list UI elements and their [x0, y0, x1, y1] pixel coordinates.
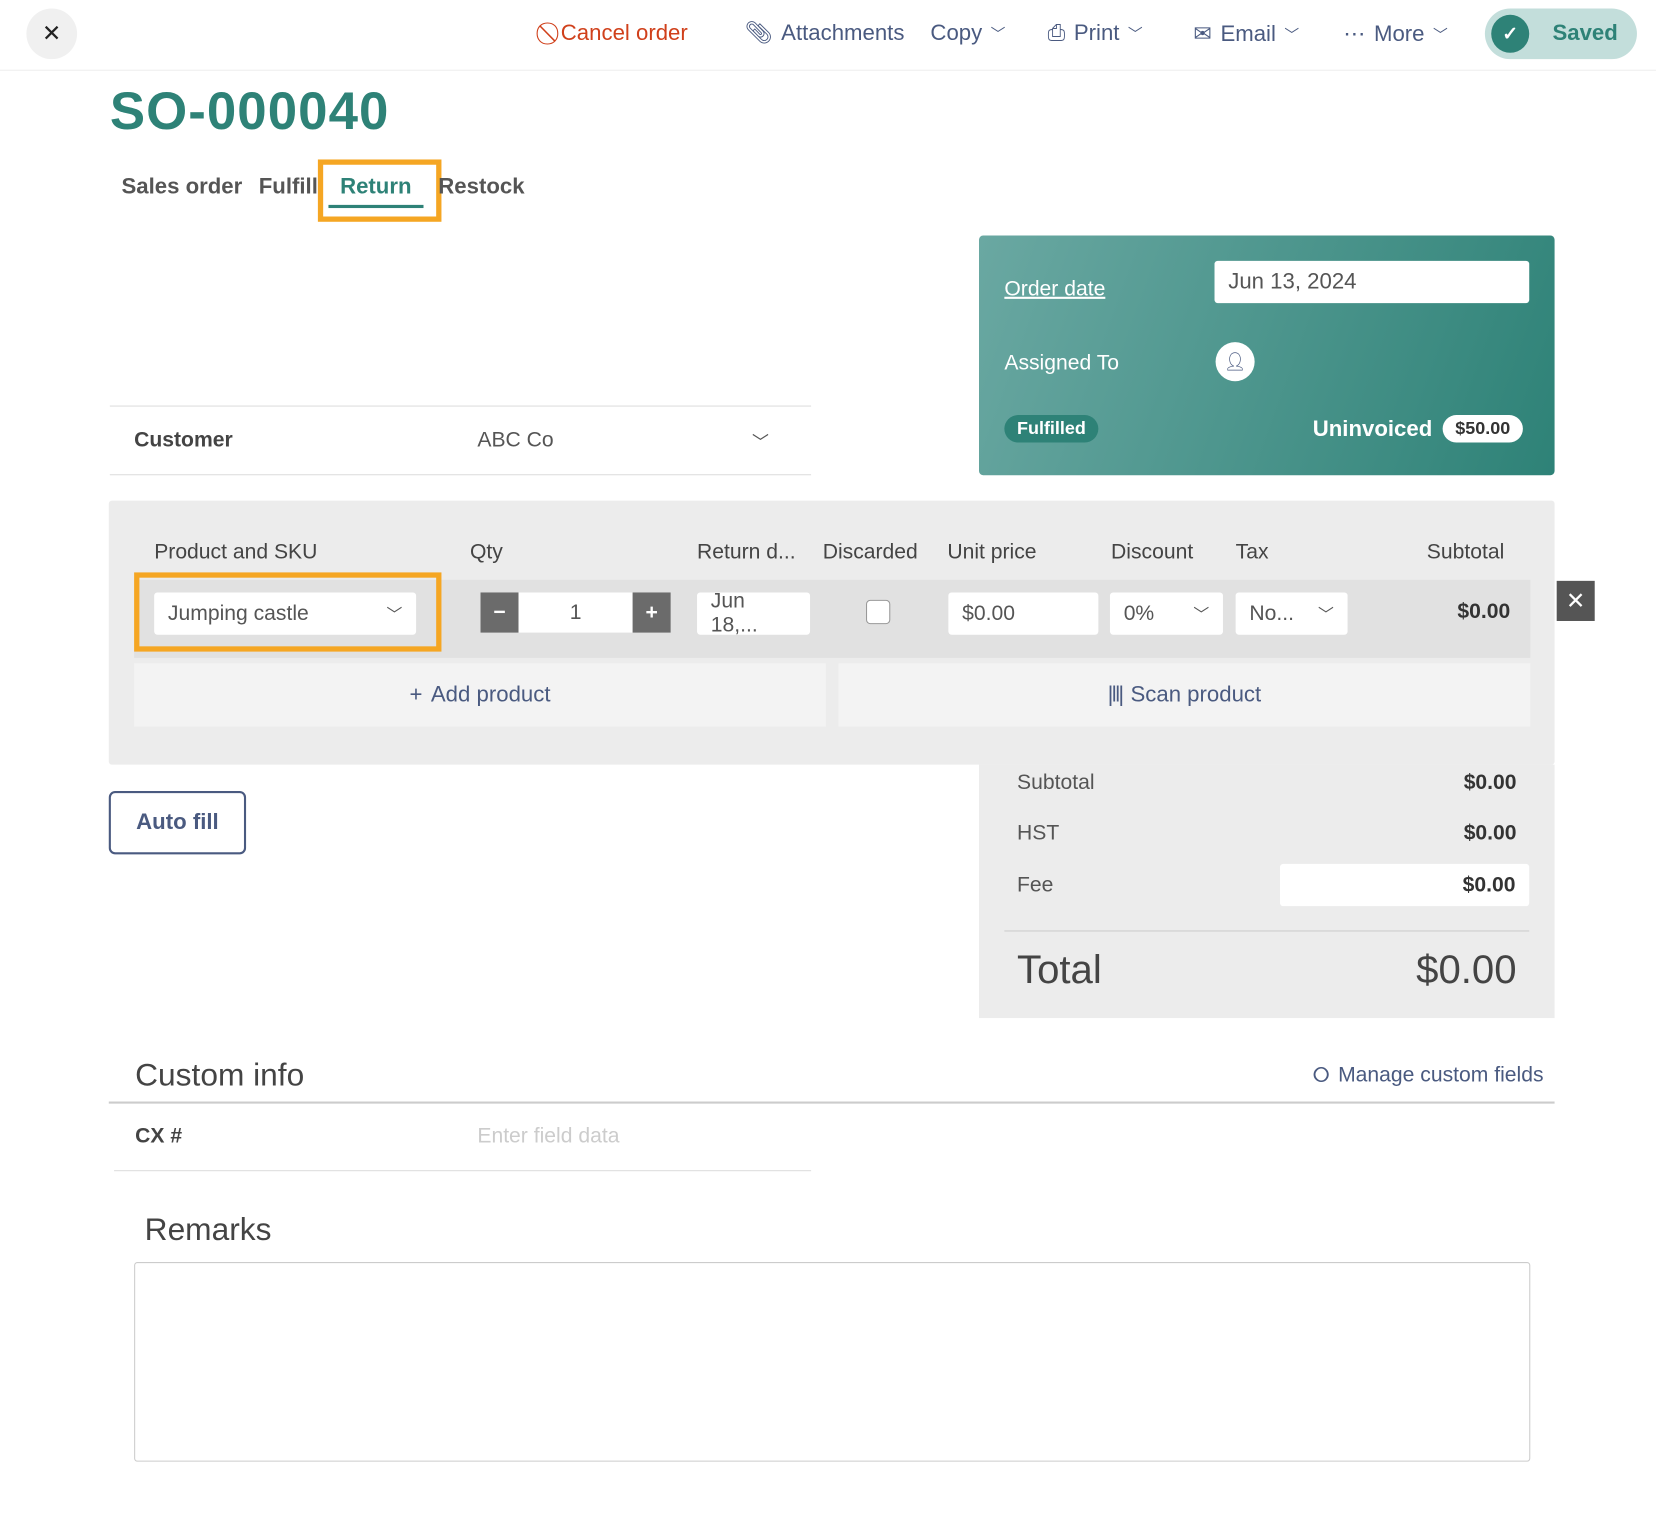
tab-fulfill[interactable]: Fulfill — [259, 174, 318, 199]
barcode-icon: |‖| — [1107, 682, 1124, 707]
chevron-down-icon: ﹀ — [1432, 25, 1448, 43]
invoice-status: Uninvoiced — [1312, 417, 1433, 442]
subtotal-label: Subtotal — [1017, 770, 1095, 795]
assign-user-icon[interactable]: 👤︎ — [1215, 342, 1255, 382]
chevron-down-icon: ﹀ — [1193, 605, 1210, 624]
attachments-button[interactable]: 📎︎ Attachments — [745, 21, 905, 46]
discount-select[interactable]: 0% ﹀ — [1109, 592, 1223, 635]
customer-value: ABC Co — [477, 428, 554, 453]
invoice-amount-badge: $50.00 — [1442, 415, 1523, 443]
cancel-order-button[interactable]: ⃠Cancel order — [552, 21, 688, 46]
total-value: $0.00 — [1416, 948, 1517, 993]
fee-label: Fee — [1017, 873, 1054, 897]
scan-product-button[interactable]: |‖| Scan product — [838, 663, 1531, 727]
email-button[interactable]: ✉ Email ﹀ — [1193, 21, 1299, 47]
chevron-down-icon: ﹀ — [1317, 605, 1334, 624]
divider — [1004, 930, 1530, 932]
header-subtotal: Subtotal — [1426, 540, 1505, 564]
product-select[interactable]: Jumping castle ﹀ — [154, 592, 417, 635]
qty-decrement-button[interactable]: − — [480, 592, 519, 633]
return-date-input[interactable]: Jun 18,... — [697, 589, 811, 637]
customer-label: Customer — [134, 428, 233, 453]
tab-sales-order[interactable]: Sales order — [121, 174, 242, 199]
subtotal-value: $0.00 — [1463, 770, 1517, 795]
header-unit-price: Unit price — [947, 540, 1037, 564]
plus-icon: + — [409, 682, 423, 707]
header-tax: Tax — [1235, 540, 1269, 564]
close-icon: ✕ — [42, 20, 62, 47]
header-discount: Discount — [1111, 540, 1194, 564]
cx-input[interactable]: Enter field data — [477, 1125, 619, 1149]
saved-button[interactable]: ✓ Saved — [1484, 8, 1637, 60]
cx-field-row — [114, 1104, 812, 1172]
more-button[interactable]: ⋯ More ﹀ — [1343, 21, 1447, 47]
chevron-down-icon: ﹀ — [1127, 25, 1143, 43]
total-label: Total — [1017, 948, 1102, 993]
fee-input[interactable]: $0.00 — [1279, 863, 1530, 907]
header-qty: Qty — [469, 540, 503, 564]
order-date-label[interactable]: Order date — [1004, 278, 1105, 302]
printer-icon: ⎙ — [1047, 21, 1066, 46]
qty-input[interactable]: 1 — [518, 592, 633, 633]
custom-info-title: Custom info — [135, 1058, 305, 1094]
gear-icon: ⭘ — [1312, 1063, 1330, 1087]
order-date-input[interactable]: Jun 13, 2024 — [1214, 260, 1530, 304]
header-product: Product and SKU — [154, 540, 318, 564]
tab-restock[interactable]: Restock — [438, 174, 524, 199]
active-tab-underline — [328, 204, 424, 209]
print-button[interactable]: ⎙ Print ﹀ — [1048, 21, 1143, 46]
row-subtotal: $0.00 — [1457, 599, 1511, 624]
assigned-to-label: Assigned To — [1004, 351, 1120, 375]
chevron-down-icon: ﹀ — [1284, 25, 1300, 43]
remarks-textarea[interactable] — [134, 1262, 1531, 1462]
chevron-down-icon: ﹀ — [990, 25, 1006, 43]
ellipsis-icon: ⋯ — [1343, 22, 1366, 47]
header-return-date: Return d... — [697, 540, 796, 564]
status-badge: Fulfilled — [1004, 415, 1099, 443]
auto-fill-button[interactable]: Auto fill — [108, 791, 247, 855]
manage-custom-fields-link[interactable]: ⭘ Manage custom fields — [1313, 1063, 1544, 1087]
chevron-down-icon: ﹀ — [751, 434, 769, 453]
discarded-checkbox[interactable] — [866, 599, 891, 625]
tax-select[interactable]: No... ﹀ — [1235, 592, 1348, 635]
close-button[interactable]: ✕ — [26, 8, 78, 60]
envelope-icon: ✉ — [1193, 22, 1212, 47]
remarks-title: Remarks — [144, 1212, 272, 1248]
header-discarded: Discarded — [822, 540, 918, 564]
hst-value: $0.00 — [1463, 821, 1517, 845]
order-summary-panel: Order date Jun 13, 2024 Assigned To 👤︎ F… — [979, 235, 1555, 476]
hst-label: HST — [1017, 821, 1060, 845]
totals-panel: Subtotal $0.00 HST $0.00 Fee $0.00 Total… — [979, 764, 1555, 1019]
paperclip-icon: 📎︎ — [744, 21, 773, 46]
customer-field[interactable]: Customer ABC Co ﹀ — [109, 405, 812, 476]
remove-row-button[interactable]: ✕ — [1556, 580, 1595, 621]
qty-increment-button[interactable]: + — [632, 592, 671, 633]
check-icon: ✓ — [1491, 14, 1530, 53]
copy-button[interactable]: Copy ﹀ — [930, 21, 1005, 46]
add-product-button[interactable]: + Add product — [134, 663, 826, 727]
unit-price-input[interactable]: $0.00 — [948, 592, 1099, 635]
chevron-down-icon: ﹀ — [386, 605, 403, 624]
close-icon: ✕ — [1565, 587, 1586, 614]
tab-return[interactable]: Return — [340, 174, 411, 199]
cx-label: CX # — [135, 1124, 183, 1148]
page-title: SO-000040 — [109, 81, 390, 141]
